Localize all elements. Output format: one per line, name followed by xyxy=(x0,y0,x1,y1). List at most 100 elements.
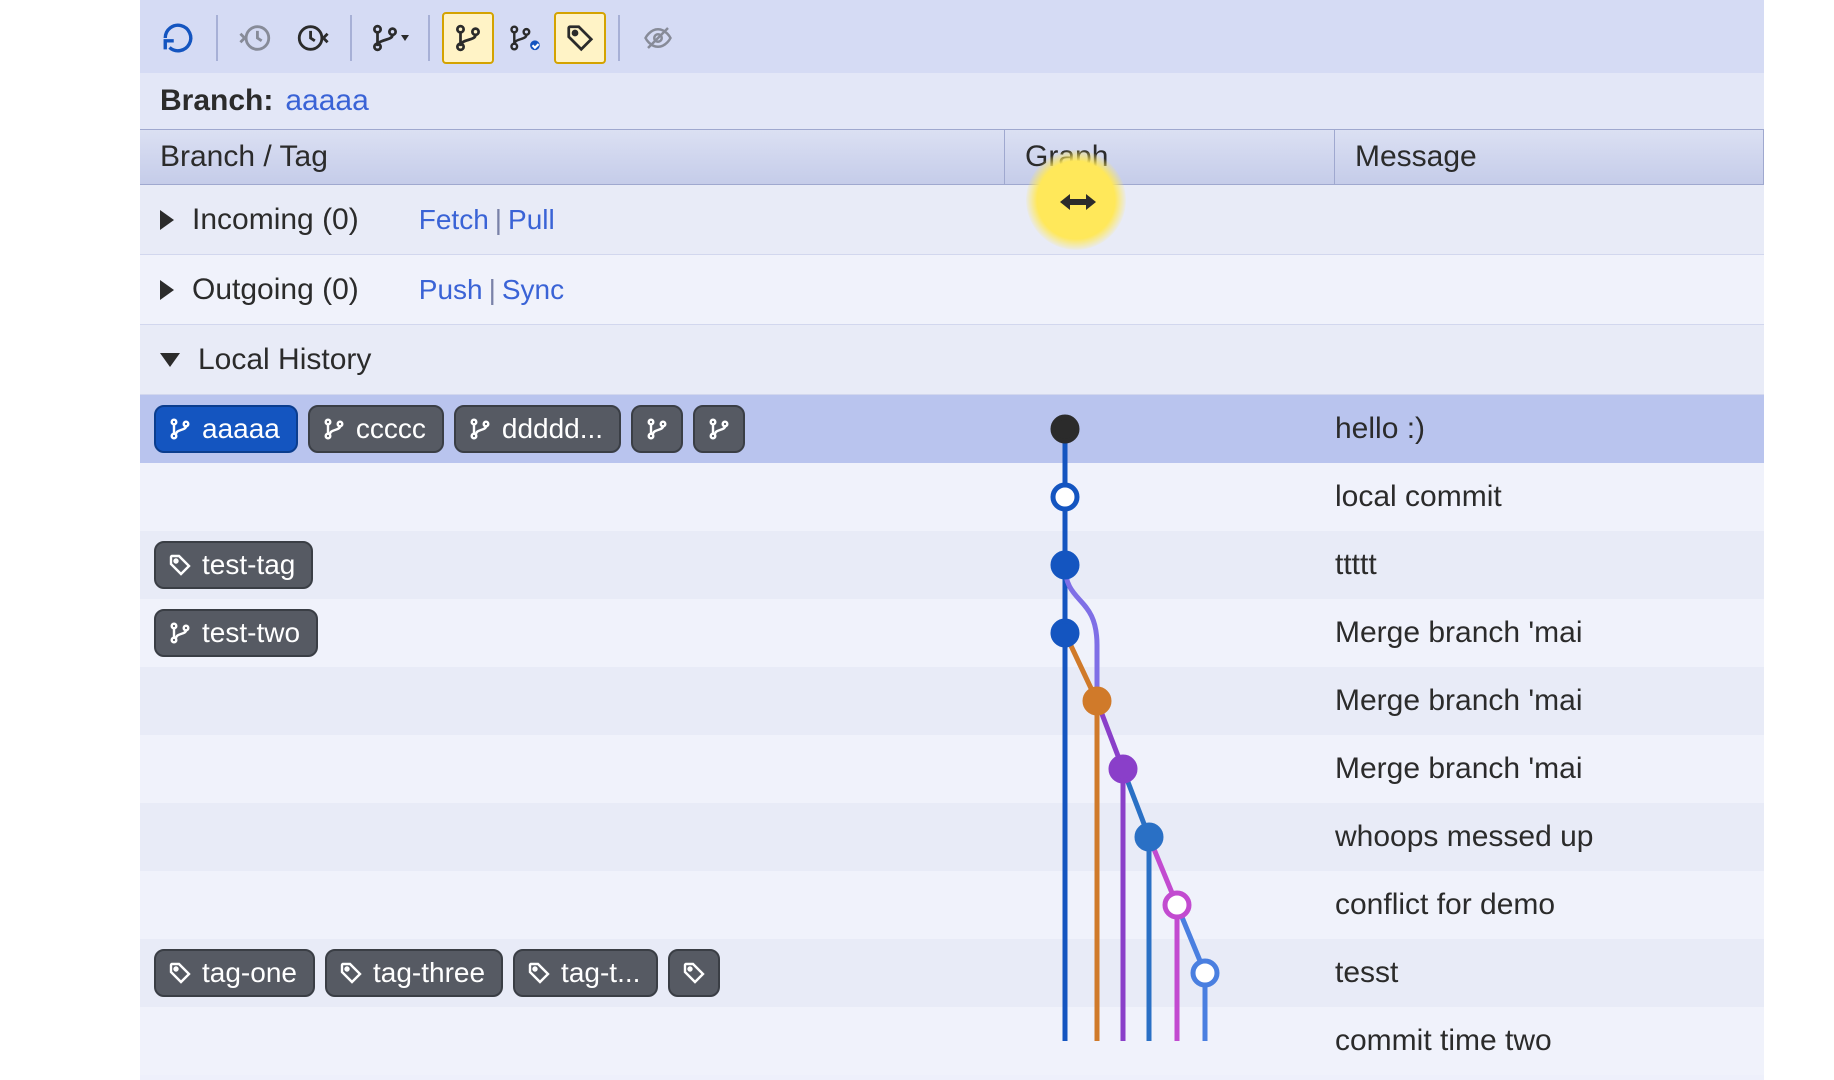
branch-icon xyxy=(168,621,192,645)
branch-pill[interactable]: aaaaa xyxy=(154,405,298,453)
section-incoming-title: Incoming (0) xyxy=(192,203,359,237)
commit-message: hello :) xyxy=(1335,412,1764,446)
tag-pill[interactable]: test-tag xyxy=(154,541,313,589)
branch-pill[interactable]: ccccc xyxy=(308,405,444,453)
tag-pill[interactable] xyxy=(668,949,720,997)
commit-message: Merge branch 'mai xyxy=(1335,684,1764,718)
commit-row[interactable]: test-tag ttttt xyxy=(140,531,1764,599)
section-outgoing[interactable]: Outgoing (0) Push | Sync xyxy=(140,255,1764,325)
branch-pill[interactable] xyxy=(693,405,745,453)
commit-row-refs: test-tag xyxy=(140,541,1005,589)
toolbar-separator xyxy=(428,15,430,61)
branch-icon xyxy=(322,417,346,441)
pill-label: test-tag xyxy=(202,549,295,581)
commit-message: whoops messed up xyxy=(1335,820,1764,854)
history-area: aaaaa ccccc ddddd... hello :) local commit te… xyxy=(140,395,1764,1080)
tag-pill[interactable]: tag-t... xyxy=(513,949,658,997)
action-separator: | xyxy=(495,204,502,236)
section-local-history[interactable]: Local History xyxy=(140,325,1764,395)
section-outgoing-title: Outgoing (0) xyxy=(192,273,359,307)
tag-pill[interactable]: tag-one xyxy=(154,949,315,997)
history-back-button[interactable] xyxy=(230,12,282,64)
commit-message: commit time two xyxy=(1335,1024,1764,1058)
commit-row[interactable]: local commit xyxy=(140,463,1764,531)
branch-icon xyxy=(468,417,492,441)
commit-row[interactable]: test-two Merge branch 'mai xyxy=(140,599,1764,667)
tag-icon xyxy=(339,961,363,985)
sync-link[interactable]: Sync xyxy=(502,274,564,306)
commit-message: tesst xyxy=(1335,956,1764,990)
push-link[interactable]: Push xyxy=(419,274,483,306)
toolbar-separator xyxy=(350,15,352,61)
column-header-message[interactable]: Message xyxy=(1335,130,1764,184)
pill-label: test-two xyxy=(202,617,300,649)
branch-value[interactable]: aaaaa xyxy=(285,84,368,118)
column-header-branch-tag[interactable]: Branch / Tag xyxy=(140,130,1005,184)
pull-link[interactable]: Pull xyxy=(508,204,555,236)
commit-row[interactable]: tag-one tag-three tag-t... tesst xyxy=(140,939,1764,1007)
git-history-panel: Branch: aaaaa Branch / Tag Graph Message… xyxy=(140,0,1764,1080)
branch-icon xyxy=(453,23,483,53)
commit-message: local commit xyxy=(1335,480,1764,514)
collapse-caret-icon xyxy=(160,353,180,367)
branch-pill[interactable]: test-two xyxy=(154,609,318,657)
show-tags-toggle[interactable] xyxy=(554,12,606,64)
clock-back-icon xyxy=(239,21,273,55)
pill-label: ddddd... xyxy=(502,413,603,445)
tag-icon xyxy=(565,23,595,53)
outgoing-actions: Push | Sync xyxy=(419,274,564,306)
pill-label: tag-one xyxy=(202,957,297,989)
action-separator: | xyxy=(489,274,496,306)
branch-remote-icon xyxy=(507,23,541,53)
tag-icon xyxy=(168,553,192,577)
branch-icon xyxy=(370,23,400,53)
tag-icon xyxy=(527,961,551,985)
fetch-link[interactable]: Fetch xyxy=(419,204,489,236)
commit-message: Merge branch 'mai xyxy=(1335,752,1764,786)
tag-pill[interactable]: tag-three xyxy=(325,949,503,997)
commit-message: Merge branch 'mai xyxy=(1335,616,1764,650)
refresh-icon xyxy=(161,21,195,55)
section-local-title: Local History xyxy=(198,343,371,377)
incoming-actions: Fetch | Pull xyxy=(419,204,555,236)
commit-row[interactable]: commit time two xyxy=(140,1007,1764,1075)
pill-label: ccccc xyxy=(356,413,426,445)
branch-label: Branch: xyxy=(160,84,273,118)
history-forward-button[interactable] xyxy=(286,12,338,64)
section-incoming[interactable]: Incoming (0) Fetch | Pull xyxy=(140,185,1764,255)
branch-icon xyxy=(707,417,731,441)
commit-row[interactable]: whoops messed up xyxy=(140,803,1764,871)
commit-row-refs: test-two xyxy=(140,609,1005,657)
branch-icon xyxy=(645,417,669,441)
commit-row[interactable]: conflict for demo xyxy=(140,871,1764,939)
commit-row-refs: tag-one tag-three tag-t... xyxy=(140,949,1005,997)
clock-forward-icon xyxy=(295,21,329,55)
pill-label: tag-three xyxy=(373,957,485,989)
expand-caret-icon xyxy=(160,280,174,300)
branch-icon xyxy=(168,417,192,441)
hide-toggle[interactable] xyxy=(632,12,684,64)
toolbar-separator xyxy=(618,15,620,61)
show-remote-branches-toggle[interactable] xyxy=(498,12,550,64)
eye-off-icon xyxy=(641,23,675,53)
branch-picker-button[interactable] xyxy=(364,12,416,64)
pill-label: tag-t... xyxy=(561,957,640,989)
commit-row[interactable]: aaaaa ccccc ddddd... hello :) xyxy=(140,395,1764,463)
pill-label: aaaaa xyxy=(202,413,280,445)
expand-caret-icon xyxy=(160,210,174,230)
tag-icon xyxy=(682,961,706,985)
commit-row[interactable]: Merge branch 'mai xyxy=(140,667,1764,735)
column-header-graph[interactable]: Graph xyxy=(1005,130,1335,184)
branch-pill[interactable] xyxy=(631,405,683,453)
commit-message: ttttt xyxy=(1335,548,1764,582)
current-branch-strip: Branch: aaaaa xyxy=(140,73,1764,129)
refresh-button[interactable] xyxy=(152,12,204,64)
branch-pill[interactable]: ddddd... xyxy=(454,405,621,453)
toolbar xyxy=(140,3,1764,73)
column-headers: Branch / Tag Graph Message xyxy=(140,129,1764,185)
toolbar-separator xyxy=(216,15,218,61)
show-branches-toggle[interactable] xyxy=(442,12,494,64)
commit-message: conflict for demo xyxy=(1335,888,1764,922)
commit-row[interactable]: Merge branch 'mai xyxy=(140,735,1764,803)
tag-icon xyxy=(168,961,192,985)
